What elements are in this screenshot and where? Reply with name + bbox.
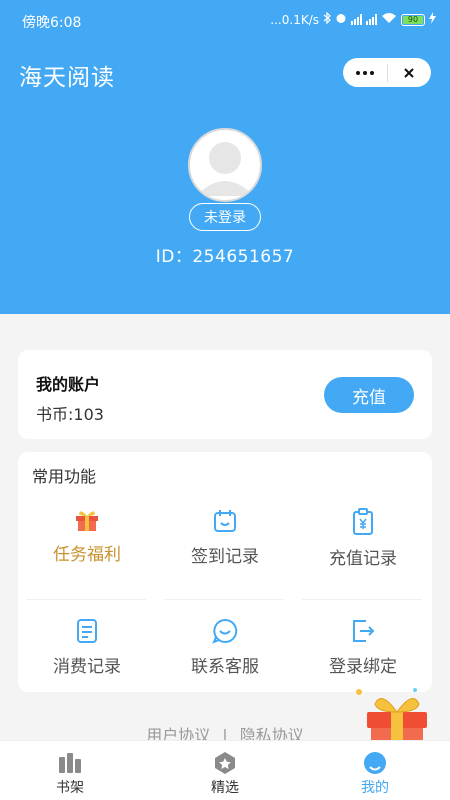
bookshelf-icon <box>59 753 81 773</box>
signal-icon <box>351 14 362 25</box>
task-rewards-label: 任务福利 <box>53 545 121 565</box>
tab-featured-label: 精选 <box>211 780 239 796</box>
app-title: 海天阅读 <box>19 65 115 91</box>
user-id: ID：254651657 <box>155 247 295 267</box>
exit-icon <box>353 620 375 642</box>
more-dots-icon <box>355 70 374 75</box>
smile-chat-icon <box>212 618 238 644</box>
bottom-tabbar: 书架 精选 我的 <box>0 740 450 800</box>
tab-mine-label: 我的 <box>361 780 389 796</box>
recharge-records-item[interactable]: 充值记录 <box>294 490 432 590</box>
recharge-button[interactable]: 充值 <box>324 377 414 413</box>
consumption-records-item[interactable]: 消费记录 <box>18 600 156 700</box>
account-card: 我的账户 书币:103 充值 <box>18 350 432 439</box>
functions-title: 常用功能 <box>32 467 97 486</box>
checkin-records-item[interactable]: 签到记录 <box>156 490 294 590</box>
charging-icon <box>429 12 436 27</box>
login-binding-label: 登录绑定 <box>329 657 397 677</box>
clipboard-yen-icon <box>353 508 373 535</box>
battery-level: 90 <box>403 15 423 24</box>
task-rewards-item[interactable]: 任务福利 <box>18 490 156 590</box>
customer-service-label: 联系客服 <box>191 657 259 677</box>
consumption-records-label: 消费记录 <box>53 657 121 677</box>
status-bar: 傍晚6:08 ...0.1K/s 90 <box>0 0 450 44</box>
customer-service-item[interactable]: 联系客服 <box>156 600 294 700</box>
alarm-icon <box>335 12 347 27</box>
status-time: 傍晚6:08 <box>22 15 82 31</box>
wifi-icon <box>381 12 397 27</box>
tab-bookshelf[interactable]: 书架 <box>10 741 130 800</box>
signal-hd-icon <box>366 14 377 25</box>
document-icon <box>77 619 97 643</box>
default-avatar-icon <box>196 142 254 196</box>
functions-card: 常用功能 任务福利 签到记录 充值记录 消费记录 联系客服 登录绑定 <box>18 452 432 692</box>
more-button[interactable] <box>343 58 387 87</box>
checkin-records-label: 签到记录 <box>191 547 259 567</box>
battery-icon: 90 <box>401 13 425 26</box>
miniprogram-capsule <box>343 58 431 87</box>
profile-header: 傍晚6:08 ...0.1K/s 90 海天阅读 未登录 ID：25465165… <box>0 0 450 314</box>
avatar[interactable] <box>188 128 262 202</box>
account-title: 我的账户 <box>36 375 101 394</box>
tab-mine[interactable]: 我的 <box>315 741 435 800</box>
recharge-records-label: 充值记录 <box>329 549 397 569</box>
gift-icon <box>76 511 98 531</box>
coin-balance: 书币:103 <box>36 405 104 424</box>
status-icons: ...0.1K/s 90 <box>270 11 436 27</box>
network-speed: ...0.1K/s <box>270 12 319 27</box>
login-button[interactable]: 未登录 <box>189 203 261 231</box>
tab-featured[interactable]: 精选 <box>165 741 285 800</box>
calendar-icon <box>214 510 236 532</box>
person-icon <box>364 752 386 774</box>
bluetooth-icon <box>323 11 331 27</box>
close-button[interactable] <box>388 58 432 87</box>
close-icon <box>404 67 414 78</box>
star-badge-icon <box>215 752 235 774</box>
tab-bookshelf-label: 书架 <box>56 780 84 796</box>
